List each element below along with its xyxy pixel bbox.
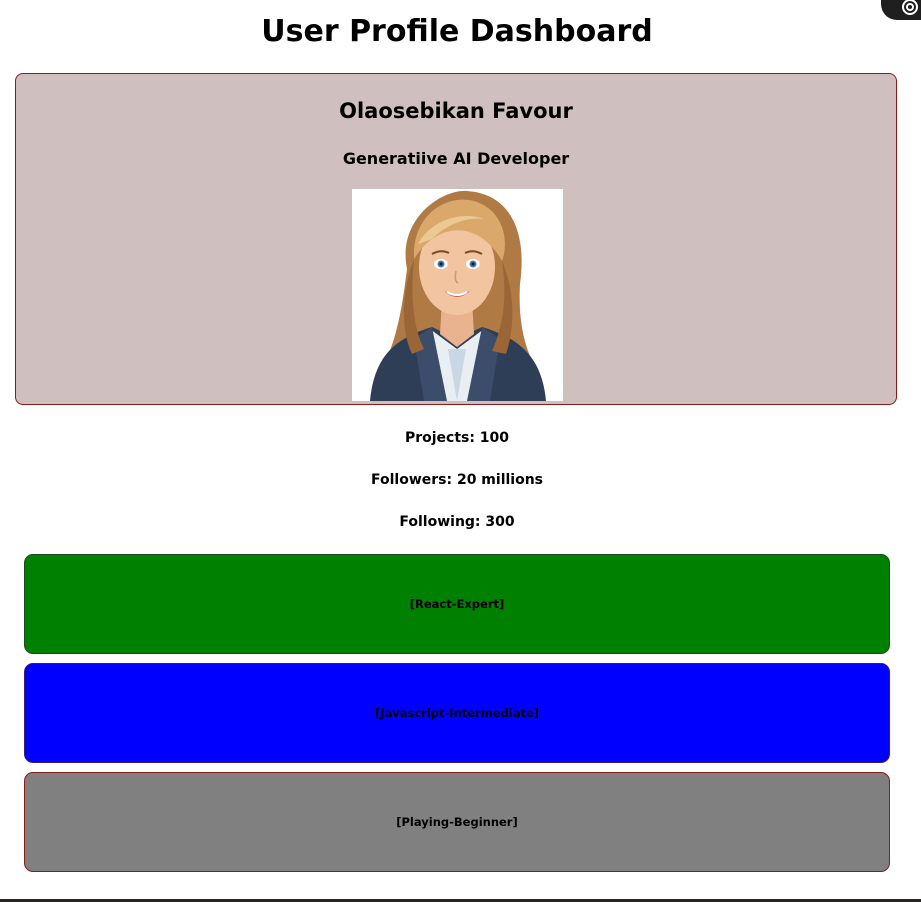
- skill-label: [React-Expert]: [409, 597, 505, 611]
- profile-card: Olaosebikan Favour Generatiive AI Develo…: [15, 73, 897, 405]
- page-title: User Profile Dashboard: [261, 14, 653, 49]
- stat-following: Following: 300: [399, 514, 515, 530]
- skill-label: [Playing-Beginner]: [396, 815, 518, 829]
- avatar: [352, 189, 563, 401]
- stat-followers: Followers: 20 millions: [370, 472, 544, 488]
- skill-label: [Javascript-Intermediate]: [374, 706, 540, 720]
- stat-projects: Projects: 100: [404, 430, 510, 446]
- woman-avatar-icon: [370, 190, 546, 401]
- skill-card-react: [React-Expert]: [24, 554, 890, 654]
- skill-card-javascript: [Javascript-Intermediate]: [24, 663, 890, 763]
- page: User Profile Dashboard Olaosebikan Favou…: [0, 0, 921, 902]
- skill-card-playing: [Playing-Beginner]: [24, 772, 890, 872]
- profile-name: Olaosebikan Favour: [339, 99, 573, 123]
- profile-role: Generatiive AI Developer: [342, 149, 570, 168]
